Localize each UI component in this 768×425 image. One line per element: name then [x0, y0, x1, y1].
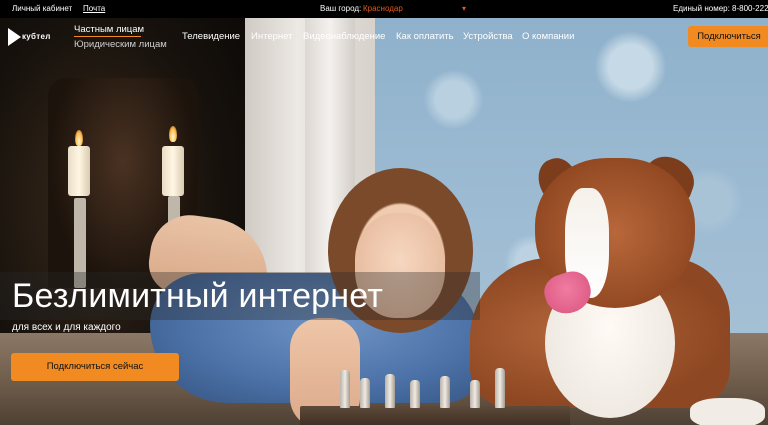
personal-account-link[interactable]: Личный кабинет	[12, 4, 72, 13]
chess-piece	[340, 370, 350, 408]
top-bar: Личный кабинет Почта Ваш город: Краснода…	[0, 0, 768, 18]
mail-link[interactable]: Почта	[83, 4, 105, 13]
chess-piece	[385, 374, 395, 408]
nav-tv[interactable]: Телевидение	[182, 31, 240, 42]
segment-legal[interactable]: Юридическим лицам	[74, 39, 167, 50]
city-selector[interactable]: Краснодар	[363, 4, 403, 13]
nav-how-to-pay[interactable]: Как оплатить	[396, 31, 454, 42]
nav-internet[interactable]: Интернет	[251, 31, 292, 42]
candle	[162, 146, 184, 196]
chess-piece	[440, 376, 450, 408]
connect-now-button[interactable]: Подключиться сейчас	[11, 353, 179, 381]
candle-flame	[75, 130, 83, 146]
segment-active-underline	[74, 36, 141, 37]
dog-paw	[690, 398, 765, 425]
kubtel-logo[interactable]: кубтел	[8, 28, 58, 48]
play-arrow-logo-icon	[8, 28, 21, 46]
logo-text: кубтел	[22, 32, 51, 41]
nav-devices[interactable]: Устройства	[463, 31, 513, 42]
chess-piece	[410, 380, 420, 408]
connect-button[interactable]: Подключиться	[688, 26, 768, 47]
hero-headline: Безлимитный интернет	[12, 277, 384, 315]
chess-piece	[495, 368, 505, 408]
chess-piece	[360, 378, 370, 408]
city-label: Ваш город:	[320, 4, 362, 13]
nav-video-surveillance[interactable]: Видеонаблюдение	[303, 31, 385, 42]
hero-subline: для всех и для каждого	[12, 322, 121, 333]
phone-number: Единый номер: 8-800-222-17	[673, 4, 768, 13]
chevron-down-icon[interactable]: ▾	[462, 4, 466, 13]
chess-piece	[470, 380, 480, 408]
candle-flame	[169, 126, 177, 142]
segment-private[interactable]: Частным лицам	[74, 24, 144, 35]
nav-about[interactable]: О компании	[522, 31, 574, 42]
candle	[68, 146, 90, 196]
chessboard	[300, 406, 570, 425]
